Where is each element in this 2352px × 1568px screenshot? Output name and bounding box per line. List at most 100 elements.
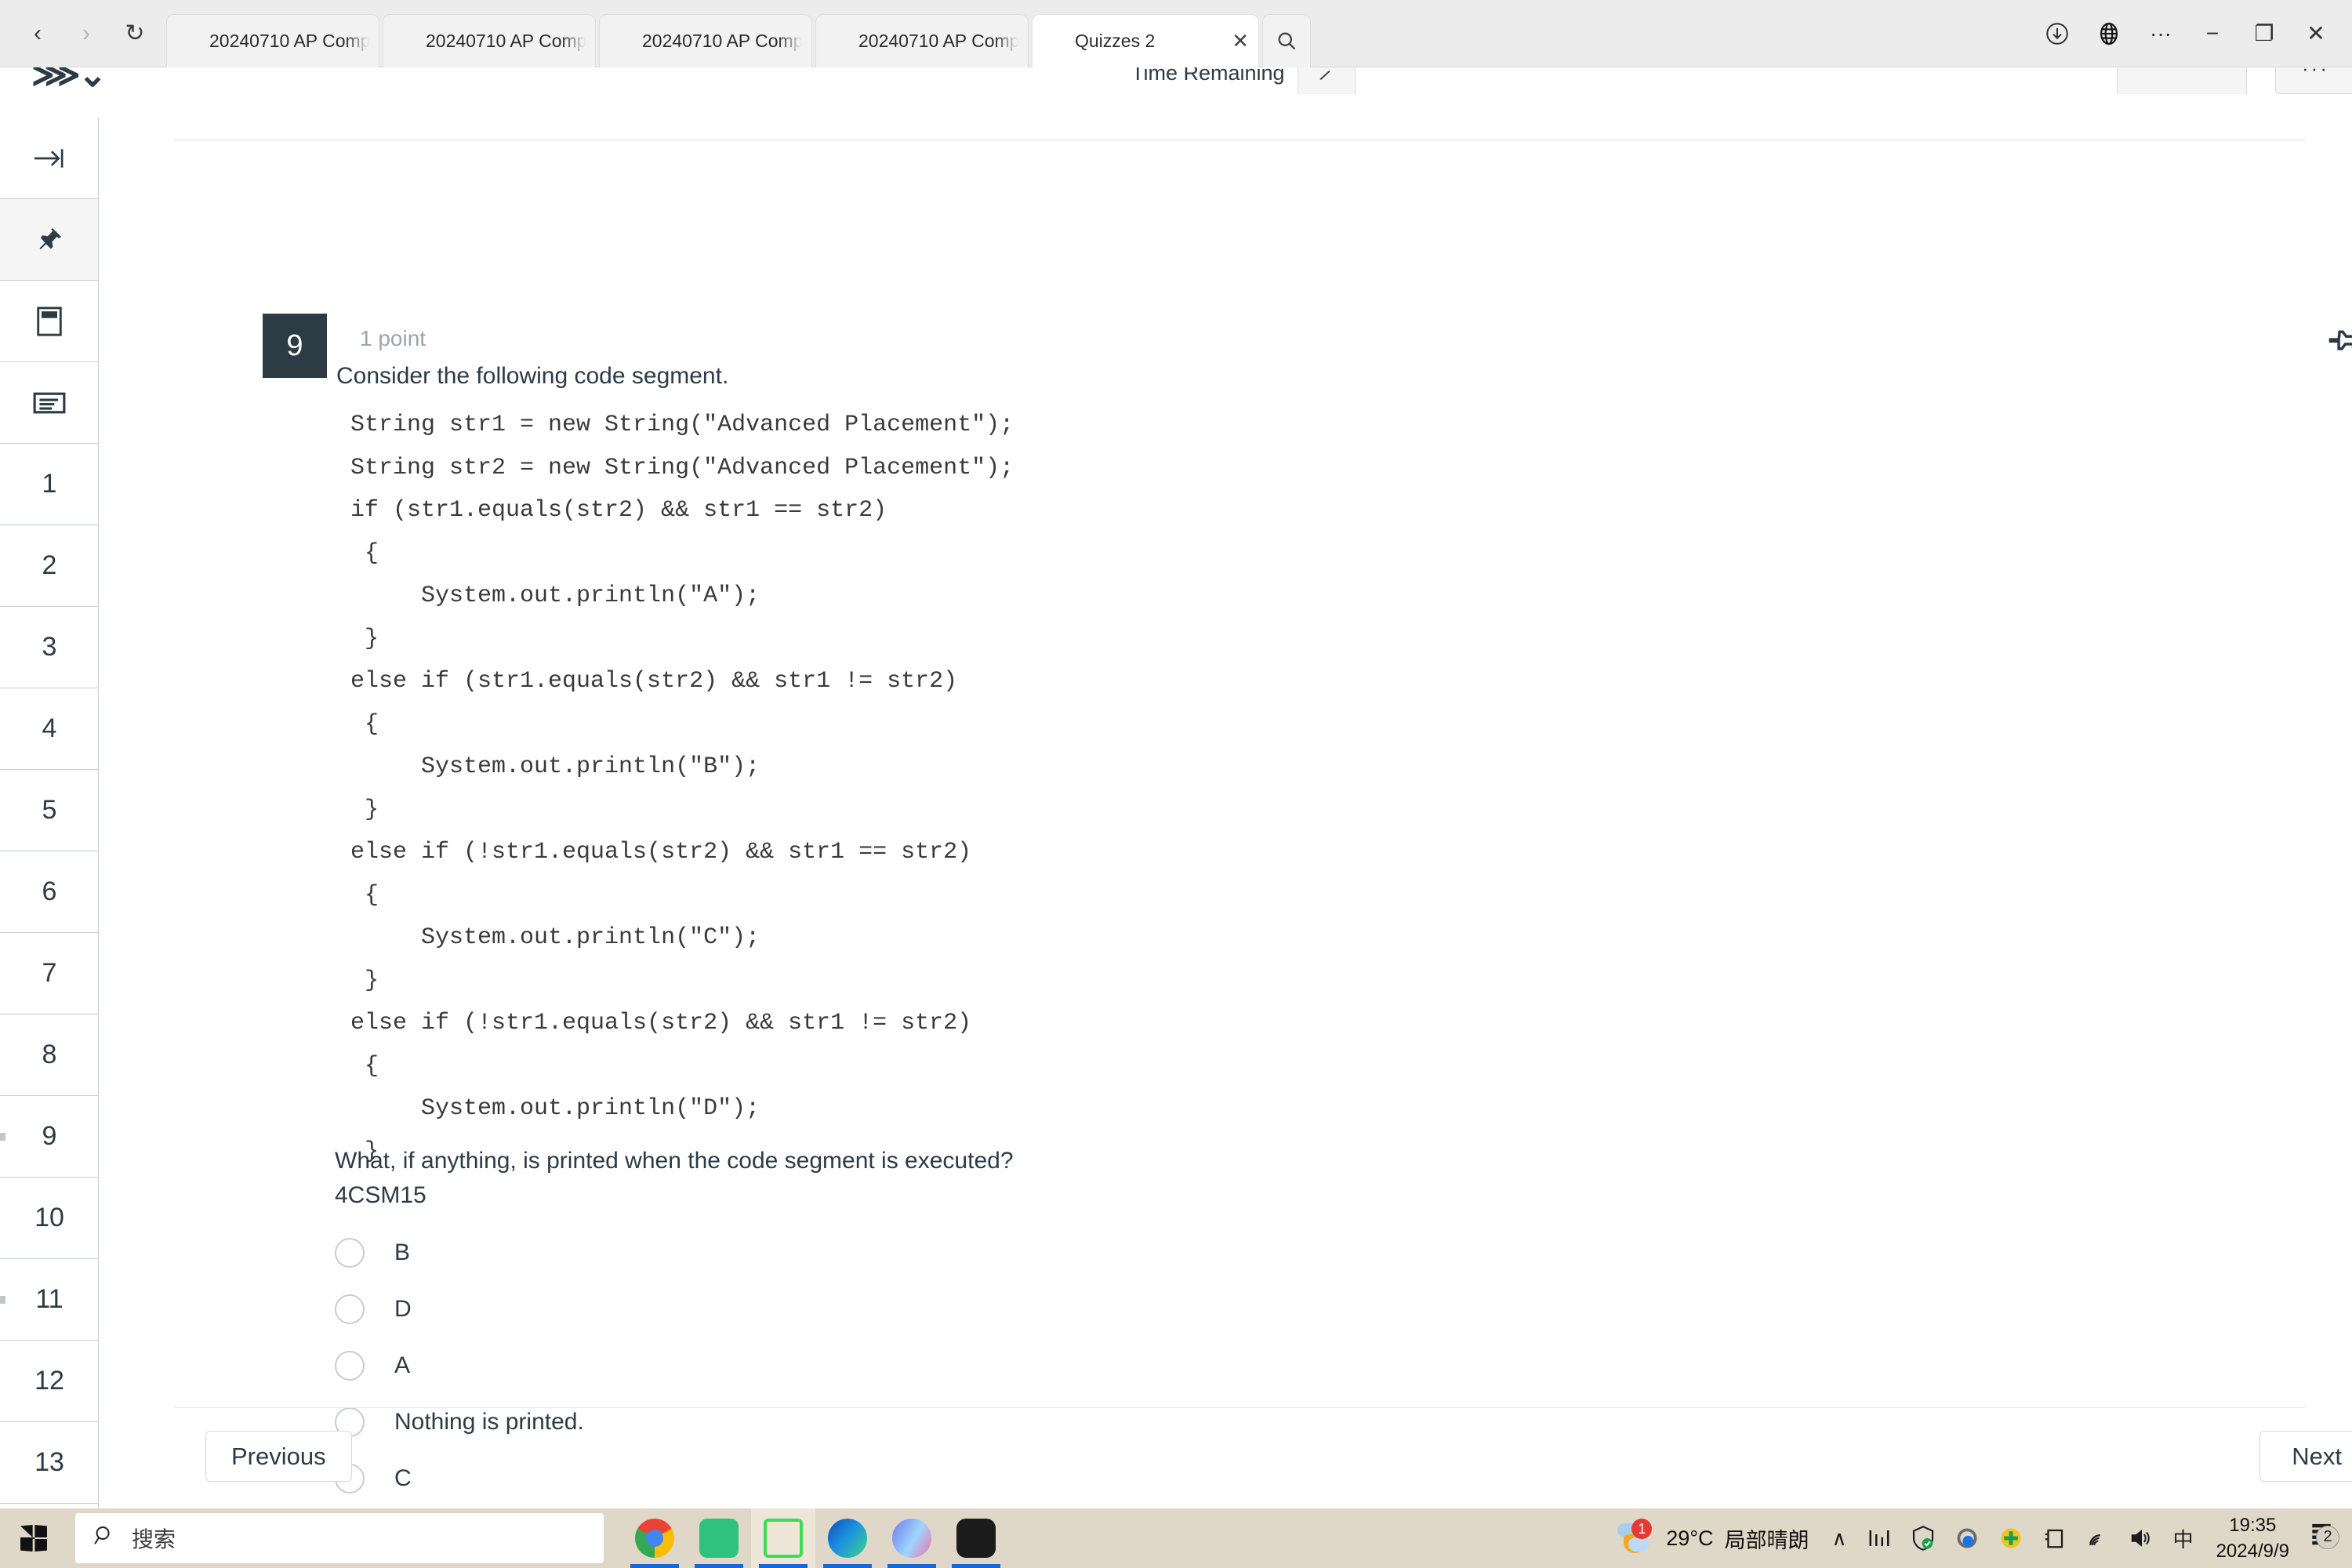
code-segment: String str1 = new String("Advanced Place… bbox=[350, 412, 1014, 1165]
quiz-logo-icon: ⋙⌄ bbox=[31, 67, 107, 94]
option-label: D bbox=[394, 1296, 412, 1322]
forward-button[interactable]: › bbox=[66, 13, 107, 54]
sidebar-item-q13[interactable]: 13 bbox=[0, 1422, 98, 1504]
close-icon[interactable]: ✕ bbox=[1232, 29, 1249, 53]
browser-tab-3[interactable]: 20240710 AP Computer Science bbox=[599, 13, 812, 67]
question-number: 11 bbox=[35, 1284, 64, 1314]
tab-title: 20240710 AP Computer Science bbox=[209, 30, 369, 51]
taskbar-chrome-icon[interactable] bbox=[622, 1508, 687, 1568]
weather-widget[interactable]: 1 29°C 局部晴朗 bbox=[1616, 1519, 1821, 1556]
weather-badge: 1 bbox=[1632, 1519, 1653, 1539]
sidebar-item-q6[interactable]: 6 bbox=[0, 851, 98, 933]
foxit-pdf-icon bbox=[699, 1519, 739, 1558]
browser-tab-1[interactable]: 20240710 AP Computer Science bbox=[166, 13, 379, 67]
sidebar-item-q11[interactable]: 11 bbox=[0, 1259, 98, 1341]
maximize-button[interactable]: ❐ bbox=[2249, 18, 2280, 49]
system-tray: 1 29°C 局部晴朗 ∧ 中 19:35 2024/9/9 2 bbox=[1616, 1508, 2352, 1568]
taskbar-wechat-icon[interactable] bbox=[751, 1508, 815, 1568]
taskbar-search-box[interactable]: 搜索 bbox=[75, 1513, 604, 1563]
plus-circle-icon[interactable] bbox=[1989, 1526, 2033, 1550]
start-button[interactable] bbox=[0, 1508, 67, 1568]
chevron-icon[interactable] bbox=[1298, 67, 1356, 94]
sidebar-item-q3[interactable]: 3 bbox=[0, 607, 98, 688]
quiz-page-header: ⋙⌄ Time Remaining ··· bbox=[0, 67, 2352, 94]
chart-icon[interactable] bbox=[1857, 1528, 1901, 1548]
tab-title: 20240710 AP Computer Science bbox=[642, 30, 802, 51]
option-label: A bbox=[394, 1352, 411, 1378]
answered-marker bbox=[0, 1295, 5, 1304]
header-more-icon[interactable]: ··· bbox=[2302, 67, 2329, 81]
chrome-icon bbox=[635, 1519, 674, 1558]
taskbar-edge-icon[interactable] bbox=[815, 1508, 880, 1568]
header-button-1[interactable] bbox=[2117, 67, 2247, 94]
minimize-button[interactable]: − bbox=[2197, 18, 2228, 49]
browser-tab-4[interactable]: 20240710 AP Computer Science bbox=[815, 13, 1029, 67]
question-tail-line-2: 4CSM15 bbox=[335, 1182, 426, 1208]
option-label: B bbox=[394, 1240, 411, 1265]
app-running-indicator bbox=[887, 1564, 936, 1568]
more-options-icon[interactable]: ··· bbox=[2145, 18, 2176, 49]
card-view-icon bbox=[35, 306, 64, 337]
security-shield-icon[interactable] bbox=[1901, 1526, 1945, 1551]
clock-time: 19:35 bbox=[2229, 1515, 2277, 1536]
footer-divider bbox=[174, 1407, 2305, 1408]
taskbar-pdf-icon[interactable] bbox=[687, 1508, 751, 1568]
question-number: 12 bbox=[34, 1366, 64, 1396]
onedrive-icon bbox=[892, 1519, 931, 1558]
question-card-icon[interactable] bbox=[0, 281, 98, 362]
sidebar-item-q5[interactable]: 5 bbox=[0, 770, 98, 851]
next-button[interactable]: Next bbox=[2259, 1431, 2352, 1482]
question-sidebar[interactable]: 1 2 3 4 5 6 7 8 9 10 11 12 13 14 bbox=[0, 118, 99, 1508]
question-prompt: Consider the following code segment. bbox=[336, 363, 729, 389]
answered-marker bbox=[0, 1132, 5, 1141]
sidebar-item-q8[interactable]: 8 bbox=[0, 1014, 98, 1096]
previous-button[interactable]: Previous bbox=[205, 1431, 352, 1482]
sidebar-item-q10[interactable]: 10 bbox=[0, 1178, 98, 1259]
usb-device-icon[interactable] bbox=[2033, 1526, 2075, 1550]
collapse-arrow-icon bbox=[32, 145, 67, 172]
volume-icon[interactable] bbox=[2119, 1528, 2163, 1548]
close-window-button[interactable]: ✕ bbox=[2300, 18, 2332, 49]
answer-option-4[interactable]: Nothing is printed. bbox=[335, 1394, 584, 1450]
sidebar-item-q2[interactable]: 2 bbox=[0, 525, 98, 607]
question-number: 1 bbox=[42, 469, 57, 499]
radio-button[interactable] bbox=[335, 1238, 365, 1268]
radio-button[interactable] bbox=[335, 1351, 365, 1381]
taskbar-clock[interactable]: 19:35 2024/9/9 bbox=[2204, 1512, 2302, 1564]
back-button[interactable]: ‹ bbox=[17, 13, 58, 54]
answer-option-3[interactable]: A bbox=[335, 1338, 584, 1394]
radio-button[interactable] bbox=[335, 1294, 365, 1324]
answer-option-2[interactable]: D bbox=[335, 1281, 584, 1338]
sync-icon[interactable] bbox=[1945, 1526, 1989, 1550]
browser-tab-5-active[interactable]: Quizzes 2 ✕ bbox=[1032, 13, 1259, 67]
notification-center-button[interactable]: 2 bbox=[2302, 1522, 2344, 1555]
answer-option-5[interactable]: C bbox=[335, 1450, 584, 1507]
pin-icon[interactable] bbox=[2316, 318, 2352, 369]
question-number: 2 bbox=[42, 550, 57, 580]
canvas-icon bbox=[1042, 29, 1065, 53]
download-icon[interactable] bbox=[2042, 18, 2073, 49]
question-number: 10 bbox=[34, 1203, 64, 1232]
taskbar-wps-icon[interactable] bbox=[944, 1508, 1008, 1568]
sidebar-item-q4[interactable]: 4 bbox=[0, 688, 98, 770]
collapse-panel-icon[interactable] bbox=[0, 118, 98, 199]
sidebar-item-q1[interactable]: 1 bbox=[0, 444, 98, 525]
sidebar-item-q7[interactable]: 7 bbox=[0, 933, 98, 1014]
question-number: 3 bbox=[42, 632, 57, 662]
time-remaining-label: Time Remaining bbox=[1131, 67, 1285, 85]
taskbar-onedrive-icon[interactable] bbox=[880, 1508, 944, 1568]
tab-search-icon[interactable] bbox=[1262, 13, 1311, 67]
sidebar-item-q9[interactable]: 9 bbox=[0, 1096, 98, 1178]
chevron-up-icon[interactable]: ∧ bbox=[1822, 1526, 1857, 1551]
globe-icon[interactable] bbox=[2093, 18, 2125, 49]
sidebar-item-q12[interactable]: 12 bbox=[0, 1341, 98, 1422]
weather-condition: 局部晴朗 bbox=[1724, 1528, 1809, 1552]
reload-button[interactable]: ↻ bbox=[114, 13, 155, 54]
answer-option-1[interactable]: B bbox=[335, 1225, 584, 1281]
ime-icon[interactable]: 中 bbox=[2163, 1524, 2204, 1553]
question-list-icon[interactable] bbox=[0, 362, 98, 444]
app-running-indicator bbox=[630, 1564, 679, 1568]
browser-tab-2[interactable]: 20240710 AP Computer Science bbox=[383, 13, 596, 67]
sidebar-pin-button[interactable] bbox=[0, 199, 98, 281]
wifi-icon[interactable] bbox=[2075, 1528, 2119, 1548]
